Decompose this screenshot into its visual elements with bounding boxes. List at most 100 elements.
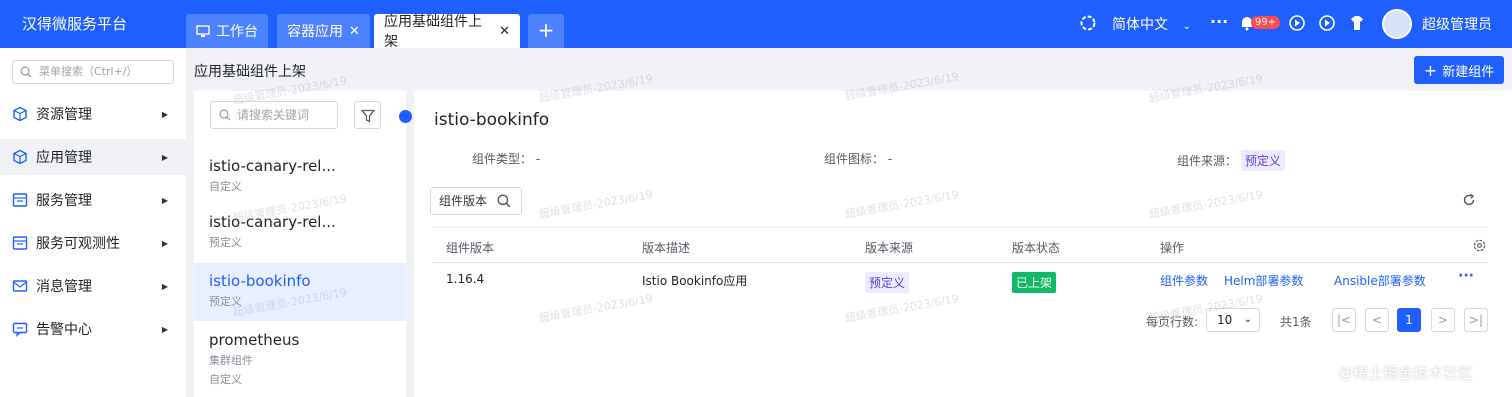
new-component-button[interactable]: + 新建组件 <box>1414 56 1504 84</box>
component-source: 预定义 <box>209 236 242 249</box>
play-circle-icon[interactable] <box>1288 14 1306 32</box>
close-icon[interactable]: ✕ <box>349 24 360 39</box>
caret-right-icon: ▶ <box>161 281 168 291</box>
list-item[interactable]: istio-canary-rel... 预定义 <box>194 209 406 259</box>
column-header: 操作 <box>1160 241 1185 255</box>
helm-params-link[interactable]: Helm部署参数 <box>1224 272 1303 289</box>
caret-right-icon: ▶ <box>161 238 168 248</box>
sidebar-item-label: 消息管理 <box>36 279 92 295</box>
tab-workbench[interactable]: 工作台 <box>186 14 268 48</box>
version-cell: 1.16.4 <box>446 272 485 286</box>
last-page-button[interactable]: >| <box>1464 308 1488 332</box>
component-source: 自定义 <box>209 180 242 193</box>
sidebar-item-message[interactable]: 消息管理 ▶ <box>0 268 186 304</box>
component-search-input[interactable]: 请搜索关键词 <box>210 101 338 129</box>
first-page-icon: |< <box>1336 313 1352 327</box>
top-bar: 汉得微服务平台 工作台 容器应用 ✕ 应用基础组件上架 ✕ + 简体中文 ⌄ ·… <box>0 0 1512 50</box>
component-name: istio-canary-rel... <box>209 213 336 231</box>
service-icon <box>12 236 28 250</box>
refresh-icon[interactable] <box>1462 193 1476 207</box>
chevron-down-icon: ⌄ <box>1182 21 1191 32</box>
sidebar-item-alarm[interactable]: 告警中心 ▶ <box>0 311 186 347</box>
last-page-icon: >| <box>1468 313 1484 327</box>
component-title: istio-bookinfo <box>434 110 550 130</box>
close-icon[interactable]: ✕ <box>499 24 510 39</box>
search-placeholder: 菜单搜索（Ctrl+/） <box>39 65 138 78</box>
source-tag: 预定义 <box>1240 150 1285 171</box>
filter-button[interactable] <box>354 101 381 129</box>
caret-right-icon: ▶ <box>161 324 168 334</box>
add-tab-button[interactable]: + <box>528 14 564 48</box>
sidebar-item-service[interactable]: 服务管理 ▶ <box>0 182 186 218</box>
menu-search-input[interactable]: 菜单搜索（Ctrl+/） <box>12 60 174 84</box>
search-icon <box>497 194 511 208</box>
sidebar-item-label: 服务可观测性 <box>36 236 120 252</box>
search-icon <box>219 109 231 121</box>
component-source-field: 组件来源： 预定义 <box>1177 150 1285 171</box>
user-name[interactable]: 超级管理员 <box>1422 14 1492 34</box>
caret-right-icon: ▶ <box>161 109 168 119</box>
sidebar-item-app[interactable]: 应用管理 ▶ <box>0 139 186 175</box>
monitor-icon <box>196 25 210 37</box>
caret-right-icon: ▶ <box>161 195 168 205</box>
page-title: 应用基础组件上架 <box>194 64 306 80</box>
list-item-selected[interactable]: istio-bookinfo 预定义 <box>194 263 406 321</box>
cube-icon <box>13 106 27 122</box>
tab-label: 工作台 <box>216 24 258 40</box>
search-placeholder: 请搜索关键词 <box>237 108 310 122</box>
collapse-panel-icon[interactable] <box>399 110 412 123</box>
loading-icon[interactable] <box>1079 14 1097 32</box>
list-item[interactable]: prometheus 集群组件 自定义 <box>194 327 406 397</box>
meta-label: 组件来源： <box>1177 154 1238 168</box>
filter-icon <box>361 109 375 123</box>
chevron-left-icon: < <box>1371 313 1383 327</box>
first-page-button[interactable]: |< <box>1332 308 1356 332</box>
sidebar: 菜单搜索（Ctrl+/） 资源管理 ▶ 应用管理 ▶ 服务管理 ▶ 服务可观测性… <box>0 48 186 397</box>
sidebar-item-label: 应用管理 <box>36 150 92 166</box>
notification-badge: 99+ <box>1251 16 1281 29</box>
language-select[interactable]: 简体中文 ⌄ <box>1112 14 1191 34</box>
version-search-input[interactable]: 组件版本 <box>430 187 522 215</box>
component-params-link[interactable]: 组件参数 <box>1160 272 1208 289</box>
component-icon-field: 组件图标： - <box>824 150 892 167</box>
sidebar-item-resource[interactable]: 资源管理 ▶ <box>0 96 186 132</box>
tab-label: 容器应用 <box>287 24 343 40</box>
sidebar-item-label: 告警中心 <box>36 322 92 338</box>
gear-icon[interactable] <box>1472 238 1487 253</box>
app-title: 汉得微服务平台 <box>22 15 128 33</box>
theme-icon[interactable] <box>1348 14 1366 32</box>
play-circle-icon[interactable] <box>1318 14 1336 32</box>
description-cell: Istio Bookinfo应用 <box>642 274 748 288</box>
more-actions-icon[interactable]: ··· <box>1458 268 1474 284</box>
cube-icon <box>13 149 27 165</box>
component-name: istio-canary-rel... <box>209 157 336 175</box>
page-size-select[interactable]: 10 ⌄ <box>1206 308 1260 332</box>
table-header: 组件版本 版本描述 版本来源 版本状态 操作 <box>432 227 1488 263</box>
meta-label: 组件图标： <box>824 152 885 166</box>
sidebar-item-label: 资源管理 <box>36 107 92 123</box>
more-icon[interactable]: ··· <box>1210 12 1228 31</box>
source-tag: 预定义 <box>865 272 910 293</box>
meta-value: - <box>535 152 541 166</box>
list-item[interactable]: istio-canary-rel... 自定义 <box>194 153 406 203</box>
next-page-button[interactable]: > <box>1431 308 1455 332</box>
plus-icon: + <box>1423 60 1438 80</box>
component-category: 集群组件 <box>209 354 253 367</box>
tab-app-component-listing[interactable]: 应用基础组件上架 ✕ <box>374 14 520 50</box>
ansible-params-link[interactable]: Ansible部署参数 <box>1334 272 1426 289</box>
chevron-right-icon: > <box>1437 313 1449 327</box>
column-header: 组件版本 <box>446 241 495 255</box>
column-header: 版本状态 <box>1012 241 1061 255</box>
component-list-panel: 请搜索关键词 istio-canary-rel... 自定义 istio-can… <box>194 91 412 397</box>
sidebar-item-observability[interactable]: 服务可观测性 ▶ <box>0 225 186 261</box>
component-detail-panel: istio-bookinfo 组件类型： - 组件图标： - 组件来源： 预定义… <box>414 91 1512 397</box>
page-number-button[interactable]: 1 <box>1397 308 1421 332</box>
tab-container-apps[interactable]: 容器应用 ✕ <box>277 14 370 48</box>
prev-page-button[interactable]: < <box>1365 308 1389 332</box>
chevron-down-icon: ⌄ <box>1243 314 1252 325</box>
avatar[interactable] <box>1382 9 1412 39</box>
search-placeholder: 组件版本 <box>439 194 488 208</box>
language-label: 简体中文 <box>1112 17 1168 33</box>
page-size-value: 10 <box>1217 313 1233 327</box>
tab-label: 应用基础组件上架 <box>384 14 482 50</box>
